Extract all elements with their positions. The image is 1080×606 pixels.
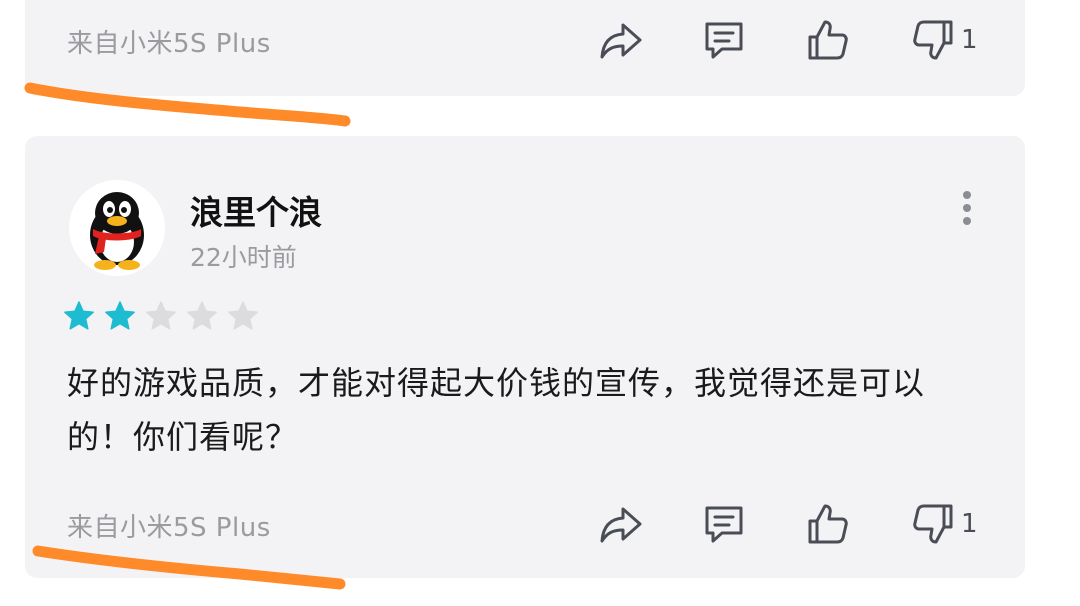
star-empty-icon — [186, 300, 218, 332]
qq-penguin-avatar — [69, 180, 165, 276]
star-empty-icon — [145, 300, 177, 332]
dislike-count: 1 — [961, 509, 978, 539]
share-arrow-icon[interactable] — [597, 500, 645, 548]
thumbs-up-icon[interactable] — [804, 16, 852, 64]
username[interactable]: 浪里个浪 — [190, 186, 322, 234]
comment-feed: 来自小米5S Plus 1 浪里个浪 22小时前 好的游戏品质，才能对得起大价钱… — [0, 0, 1080, 606]
star-empty-icon — [227, 300, 259, 332]
thumbs-up-icon[interactable] — [804, 500, 852, 548]
comment-bubble-icon[interactable] — [700, 16, 748, 64]
star-filled-icon — [63, 300, 95, 332]
review-card: 浪里个浪 22小时前 好的游戏品质，才能对得起大价钱的宣传，我觉得还是可以的！你… — [25, 136, 1025, 578]
timestamp: 22小时前 — [190, 243, 297, 272]
avatar[interactable] — [69, 180, 165, 276]
device-label: 来自小米5S Plus — [67, 29, 271, 59]
more-vertical-icon[interactable] — [955, 190, 979, 226]
device-label: 来自小米5S Plus — [67, 513, 271, 543]
thumbs-down-icon[interactable] — [909, 500, 957, 548]
review-card-previous: 来自小米5S Plus 1 — [25, 0, 1025, 96]
review-text: 好的游戏品质，才能对得起大价钱的宣传，我觉得还是可以的！你们看呢？ — [67, 364, 926, 456]
dislike-count: 1 — [961, 25, 978, 55]
thumbs-down-icon[interactable] — [909, 16, 957, 64]
star-filled-icon — [104, 300, 136, 332]
share-arrow-icon[interactable] — [597, 16, 645, 64]
comment-bubble-icon[interactable] — [700, 500, 748, 548]
